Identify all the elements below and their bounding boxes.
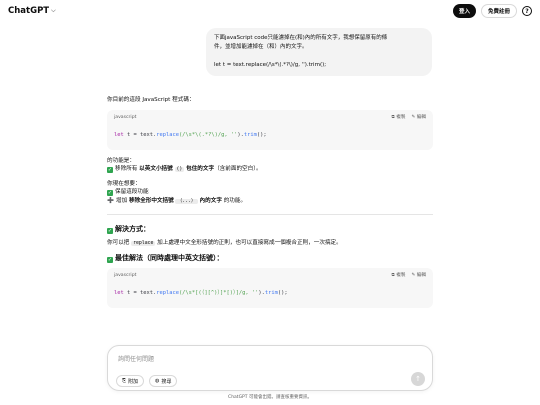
disclaimer: ChatGPT 可能會出錯。請查核重要資訊。 [228, 395, 312, 400]
code-content: let t = text.replace(/\s*[(（][^)）]*[)）]/… [114, 290, 288, 296]
send-button[interactable]: ↑ [411, 372, 425, 386]
copy-code-button[interactable]: ⧉ 複製 [392, 114, 406, 123]
chevron-down-icon: ⌵ [51, 7, 56, 14]
plus-icon: ➕ [107, 197, 114, 204]
model-selector[interactable]: ChatGPT ⌵ [8, 6, 56, 16]
paperclip-icon: ⎘ [122, 378, 127, 384]
divider [107, 214, 433, 215]
help-icon[interactable]: ? [522, 6, 532, 16]
composer-tools: ⎘ 附加 ◍ 搜尋 [116, 375, 178, 387]
prompt-input[interactable]: 詢問任何問題 [118, 354, 154, 363]
copy-code-button[interactable]: ⧉ 複製 [392, 272, 406, 281]
user-message-line: 下面javaScript code只能濾掉在(和)內的所有文字，我想保留原有的條 [214, 35, 388, 41]
want-item: ✓ 保留這段功能 [107, 189, 149, 196]
inline-code: replace [131, 241, 156, 246]
top-actions: 登入 免費註冊 ? [452, 4, 532, 18]
signup-button[interactable]: 免費註冊 [480, 4, 517, 18]
login-button[interactable]: 登入 [452, 4, 476, 18]
user-message-code-line: let t = text.replace(/\s*\(.*?\)/g, '').… [214, 62, 327, 68]
code-block-1: javascript ⧉ 複製 ✎ 編輯 let t = text.replac… [107, 109, 433, 150]
check-icon: ✓ [107, 167, 113, 173]
code-language: javascript [114, 114, 137, 120]
function-item: ✓ 移除所有 以英文小括號 () 包住的文字（含前面的空白）。 [107, 166, 262, 173]
user-message-line: 件，並增加能濾掉在（和）內的文字。 [214, 44, 308, 50]
check-icon: ✓ [107, 190, 113, 196]
pencil-icon: ✎ [411, 114, 416, 120]
pencil-icon: ✎ [411, 272, 416, 278]
inline-code: （...） [175, 198, 198, 204]
globe-icon: ◍ [155, 378, 160, 384]
code-language: javascript [114, 272, 137, 278]
top-bar: ChatGPT ⌵ 登入 免費註冊 ? [0, 0, 540, 22]
solution-text: 你可以把 replace 加上處理中文全形括號的正則，也可以直接寫成一個複合正則… [107, 240, 342, 246]
copy-icon: ⧉ [391, 272, 395, 278]
code-content: let t = text.replace(/\s*\(.*?\)/g, '').… [114, 132, 267, 138]
check-icon: ✓ [107, 228, 113, 234]
attach-button[interactable]: ⎘ 附加 [116, 375, 145, 387]
assistant-message: 你目前的這段 JavaScript 程式碼： javascript ⧉ 複製 ✎… [107, 96, 433, 315]
inline-code: () [174, 167, 185, 172]
copy-icon: ⧉ [391, 114, 395, 120]
want-title: 你現在想要： [107, 180, 141, 187]
check-icon: ✓ [107, 256, 113, 263]
edit-code-button[interactable]: ✎ 編輯 [411, 114, 426, 123]
edit-code-button[interactable]: ✎ 編輯 [411, 272, 426, 281]
code-block-header: javascript ⧉ 複製 ✎ 編輯 [107, 110, 433, 126]
code-block-2: javascript ⧉ 複製 ✎ 編輯 let t = text.replac… [107, 267, 433, 308]
solution-heading: ✓ 解決方式： [107, 225, 150, 234]
arrow-up-icon: ↑ [415, 375, 421, 383]
function-title: 的功能是： [107, 157, 135, 164]
code-block-header: javascript ⧉ 複製 ✎ 編輯 [107, 268, 433, 284]
want-item: ➕ 增加 移除全形中文括號 （...） 內的文字 的功能。 [107, 197, 247, 204]
message-composer[interactable]: 詢問任何問題 ⎘ 附加 ◍ 搜尋 ↑ [107, 345, 433, 391]
best-solution-heading: ✓ 最佳解法（同時處理中英文括號）： [107, 253, 224, 263]
search-button[interactable]: ◍ 搜尋 [149, 375, 178, 387]
answer-intro: 你目前的這段 JavaScript 程式碼： [107, 97, 195, 103]
user-message: 下面javaScript code只能濾掉在(和)內的所有文字，我想保留原有的條… [206, 28, 432, 76]
brand-name: ChatGPT [8, 6, 50, 16]
